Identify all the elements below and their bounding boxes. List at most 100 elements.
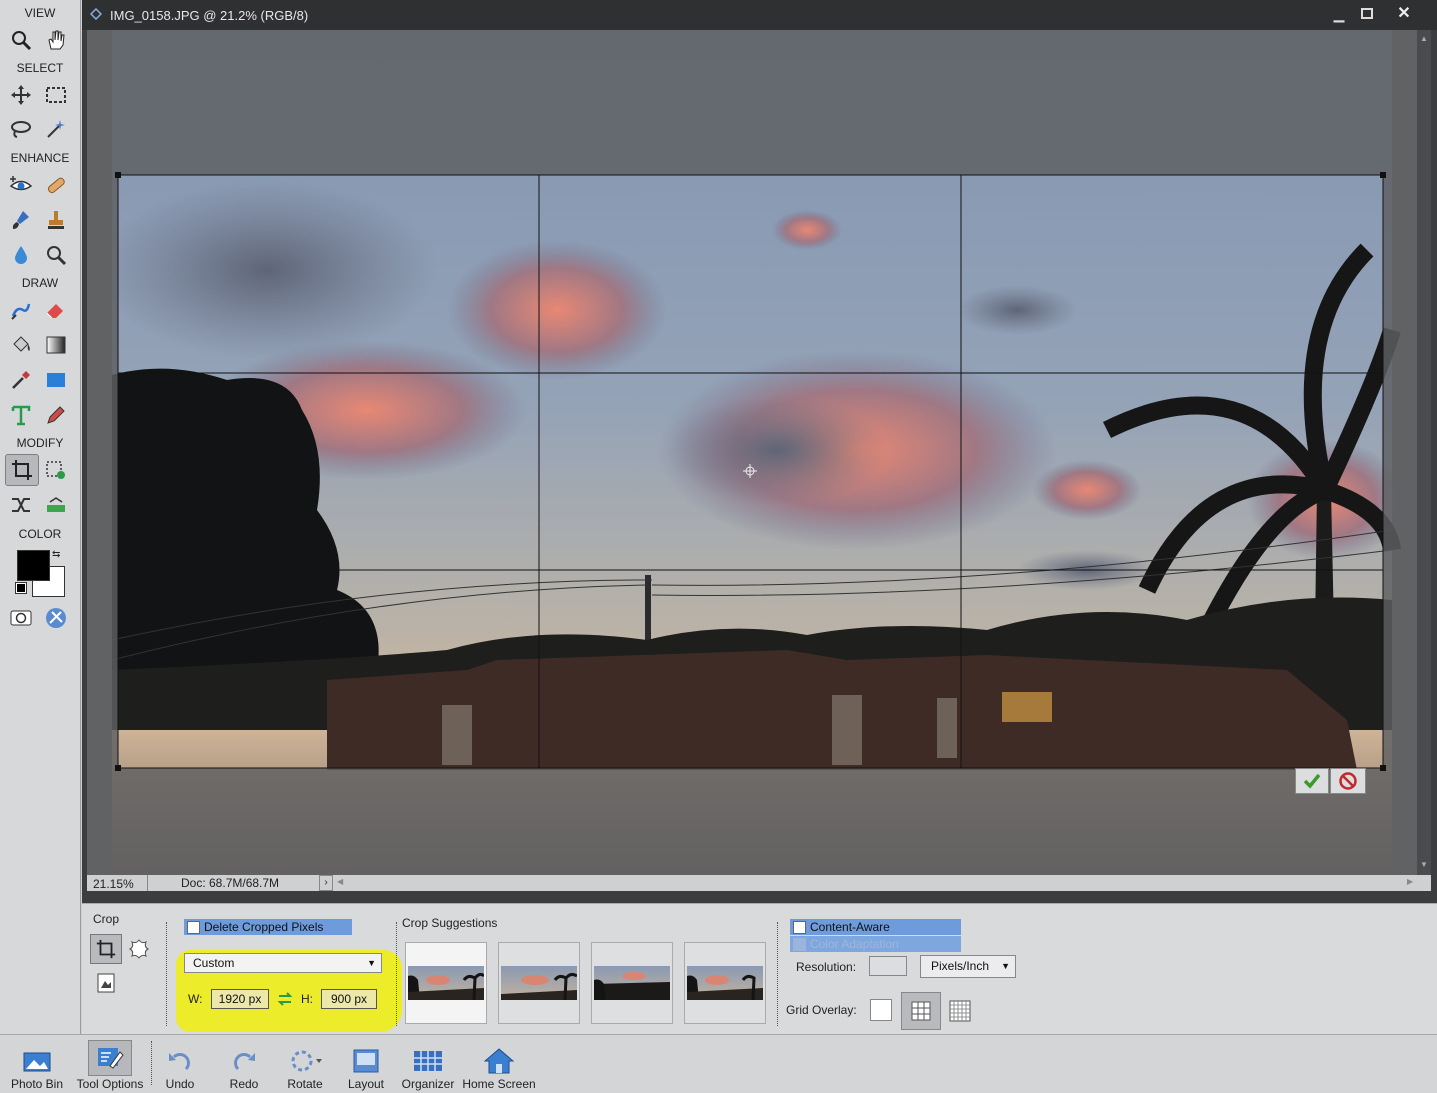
- tool-options-icon: [88, 1040, 132, 1076]
- crop-tool-icon[interactable]: [5, 454, 39, 486]
- undo-label: Undo: [165, 1077, 195, 1091]
- commit-crop-button[interactable]: [1295, 768, 1329, 794]
- rotate-button[interactable]: Rotate: [280, 1035, 330, 1093]
- paint-bucket-tool-icon[interactable]: [6, 330, 36, 360]
- quick-mask-icon[interactable]: [6, 603, 36, 633]
- brush-tool-icon[interactable]: [6, 295, 36, 325]
- delete-cropped-pixels-checkbox[interactable]: Delete Cropped Pixels: [184, 919, 352, 935]
- close-button[interactable]: ✕: [1384, 4, 1424, 24]
- straighten-tool-icon[interactable]: [41, 490, 71, 520]
- document-icon: [89, 7, 103, 21]
- lasso-tool-icon[interactable]: [6, 114, 36, 144]
- width-input[interactable]: 1920 px: [211, 989, 269, 1009]
- layout-button[interactable]: Layout: [344, 1035, 388, 1093]
- scroll-left-icon[interactable]: ◀: [337, 877, 343, 886]
- grid-overlay-grid-button[interactable]: [949, 1000, 971, 1022]
- status-divider: [147, 875, 148, 891]
- checkbox-box[interactable]: [187, 921, 200, 935]
- clone-stamp-tool-icon[interactable]: [41, 205, 71, 235]
- rotate-label: Rotate: [287, 1077, 323, 1091]
- zoom-readout[interactable]: 21.15%: [93, 877, 134, 891]
- perspective-crop-tool-icon[interactable]: [96, 972, 116, 994]
- enhance-section-label: ENHANCE: [10, 151, 70, 165]
- eraser-tool-icon[interactable]: [41, 295, 71, 325]
- recompose-tool-icon[interactable]: [41, 455, 71, 485]
- pencil-tool-icon[interactable]: [41, 400, 71, 430]
- tool-options-label: Tool Options: [76, 1077, 144, 1091]
- red-eye-tool-icon[interactable]: [6, 170, 36, 200]
- height-input[interactable]: 900 px: [321, 989, 377, 1009]
- minimize-button[interactable]: ▁: [1328, 6, 1350, 22]
- redo-button[interactable]: Redo: [222, 1035, 266, 1093]
- color-adaptation-checkbox: Color Adaptation: [790, 936, 961, 952]
- home-screen-button[interactable]: Home Screen: [459, 1035, 539, 1093]
- gradient-tool-icon[interactable]: [41, 330, 71, 360]
- crop-icon: [96, 939, 116, 959]
- crop-suggestion-thumbnail[interactable]: [591, 942, 673, 1024]
- content-aware-label: Content-Aware: [810, 920, 890, 934]
- cookie-cutter-tool-icon[interactable]: [128, 938, 150, 960]
- undo-button[interactable]: Undo: [158, 1035, 202, 1093]
- spot-healing-tool-icon[interactable]: [41, 170, 71, 200]
- options-divider: [777, 922, 778, 1026]
- grid-overlay-thirds-button[interactable]: [901, 992, 941, 1030]
- scroll-up-icon[interactable]: ▲: [1420, 34, 1428, 43]
- crop-suggestion-thumbnail[interactable]: [405, 942, 487, 1024]
- swap-dimensions-icon[interactable]: [277, 991, 293, 1007]
- checkbox-box: [793, 938, 806, 952]
- grid-overlay-none-button[interactable]: [870, 999, 892, 1021]
- swap-colors-icon[interactable]: ⇆: [52, 550, 62, 560]
- chevron-down-icon: ▼: [367, 958, 376, 968]
- foreground-color-swatch[interactable]: [17, 550, 50, 581]
- magic-wand-tool-icon[interactable]: [41, 114, 71, 144]
- home-screen-label: Home Screen: [462, 1077, 536, 1091]
- crop-tool-option-button[interactable]: [90, 934, 122, 964]
- undo-icon: [169, 1053, 190, 1071]
- canvas-area[interactable]: [87, 30, 1417, 875]
- photo-bin-icon: [23, 1052, 51, 1072]
- crop-suggestion-thumbnail[interactable]: [684, 942, 766, 1024]
- aspect-preset-dropdown[interactable]: Custom ▼: [184, 953, 382, 973]
- grid-overlay-label: Grid Overlay:: [786, 1003, 857, 1017]
- shape-tool-icon[interactable]: [41, 365, 71, 395]
- resolution-unit-dropdown[interactable]: Pixels/Inch ▼: [920, 955, 1016, 978]
- hand-tool-icon[interactable]: [41, 25, 71, 55]
- crop-suggestion-thumbnail[interactable]: [498, 942, 580, 1024]
- photo-canvas[interactable]: [87, 30, 1417, 875]
- tool-options-button[interactable]: Tool Options: [72, 1035, 148, 1093]
- status-menu-arrow-icon[interactable]: ›: [319, 875, 333, 891]
- rotate-icon: [291, 1050, 322, 1072]
- blur-tool-icon[interactable]: [6, 240, 36, 270]
- marquee-tool-icon[interactable]: [41, 80, 71, 110]
- checkbox-box[interactable]: [793, 921, 806, 935]
- doc-size-readout: Doc: 68.7M/68.7M: [181, 876, 280, 890]
- maximize-button[interactable]: [1356, 6, 1378, 22]
- scroll-right-icon[interactable]: ▶: [1407, 877, 1413, 886]
- more-tools-icon[interactable]: [41, 603, 71, 633]
- organizer-button[interactable]: Organizer: [399, 1035, 457, 1093]
- toolbox: VIEW SELECT ENHANCE DRAW MODIFY COLOR ⇆: [0, 0, 81, 1034]
- type-tool-icon[interactable]: [6, 400, 36, 430]
- checkmark-icon: [1303, 773, 1321, 789]
- scroll-down-icon[interactable]: ▼: [1420, 860, 1428, 869]
- content-aware-checkbox[interactable]: Content-Aware: [790, 919, 961, 935]
- cancel-crop-button[interactable]: [1330, 768, 1366, 794]
- smart-brush-tool-icon[interactable]: [6, 205, 36, 235]
- content-aware-move-tool-icon[interactable]: [6, 490, 36, 520]
- move-tool-icon[interactable]: [6, 80, 36, 110]
- redo-icon: [234, 1053, 255, 1071]
- photo-bin-button[interactable]: Photo Bin: [8, 1035, 66, 1093]
- zoom-tool-icon[interactable]: [6, 25, 36, 55]
- cancel-icon: [1339, 772, 1357, 790]
- default-colors-icon[interactable]: [15, 582, 27, 594]
- chevron-down-icon: ▼: [1001, 961, 1010, 971]
- organizer-label: Organizer: [401, 1077, 455, 1091]
- draw-section-label: DRAW: [21, 276, 59, 290]
- eyedropper-tool-icon[interactable]: [6, 365, 36, 395]
- sponge-tool-icon[interactable]: [41, 240, 71, 270]
- grid-thirds-icon: [911, 1001, 931, 1021]
- vertical-scrollbar[interactable]: ▲ ▼: [1417, 30, 1431, 875]
- photo-bin-label: Photo Bin: [10, 1077, 64, 1091]
- grid-fine-icon: [949, 1000, 971, 1022]
- resolution-input[interactable]: [869, 956, 907, 976]
